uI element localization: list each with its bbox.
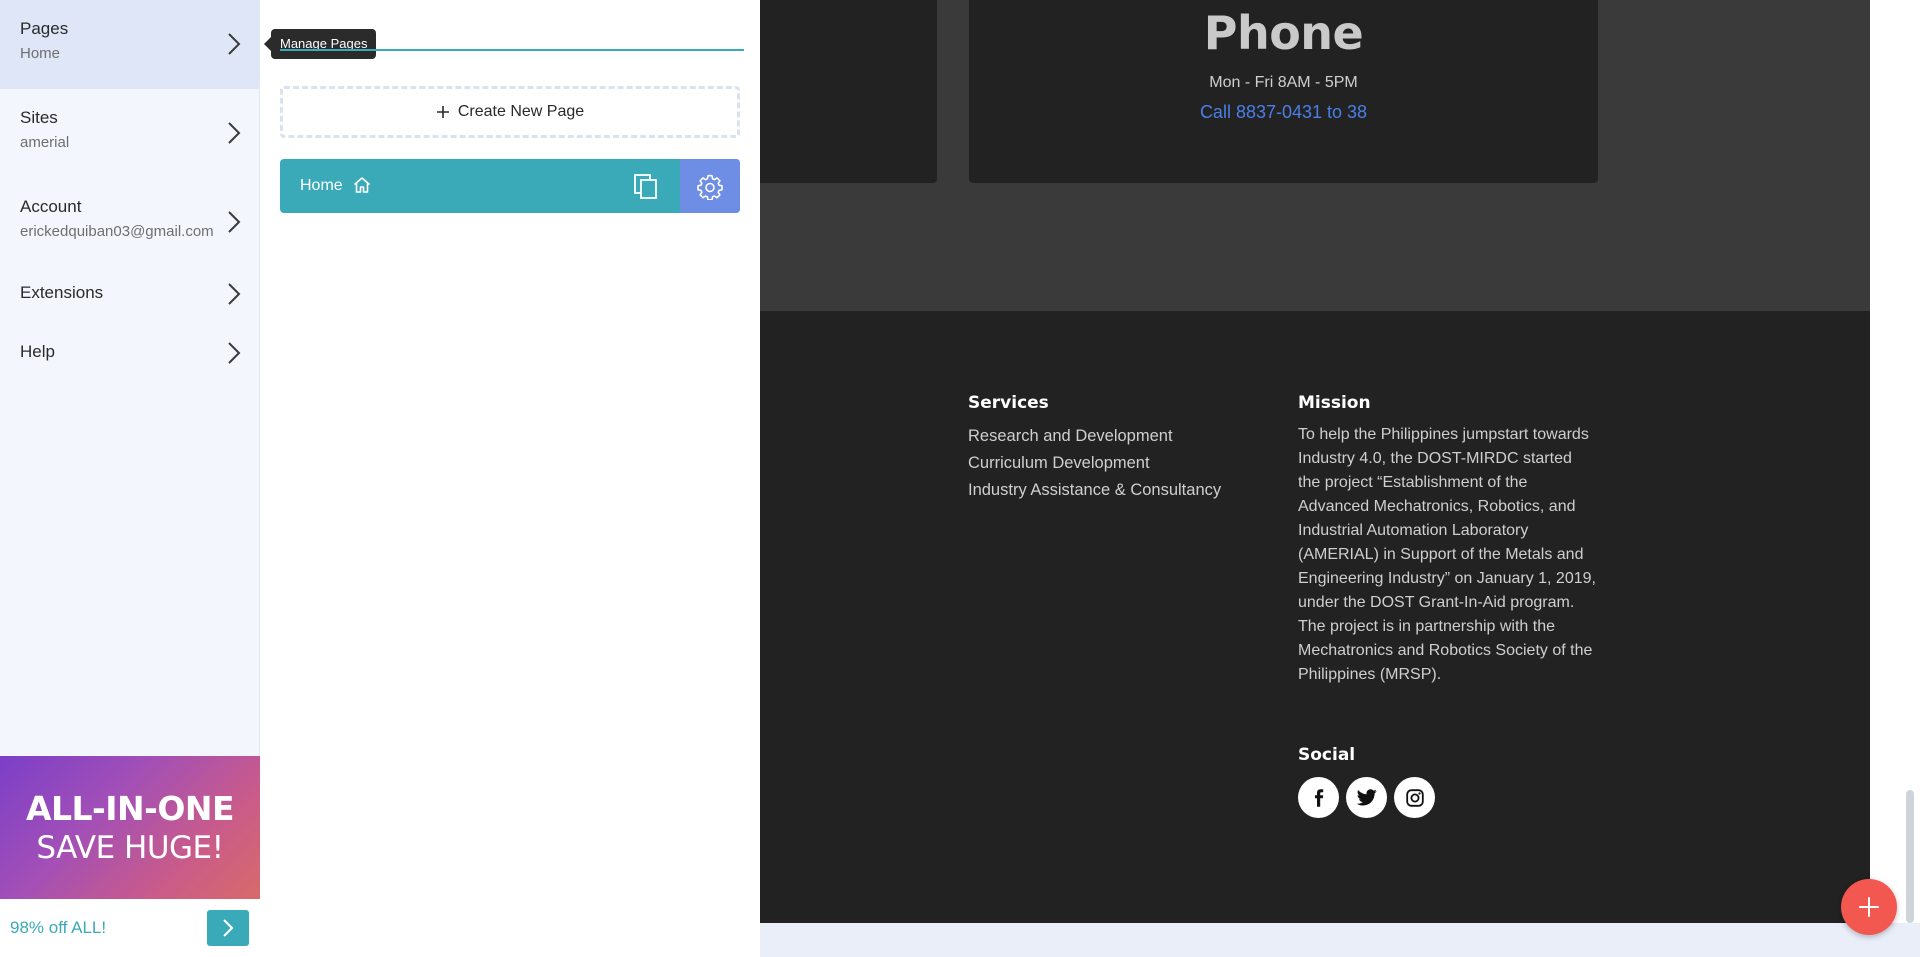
contact-card-phone: Phone Mon - Fri 8AM - 5PM Call 8837-0431… — [969, 0, 1598, 183]
chevron-right-icon — [228, 342, 241, 364]
promo-image[interactable]: ALL-IN-ONE SAVE HUGE! — [0, 756, 260, 899]
promo-go-button[interactable] — [207, 910, 249, 946]
gear-icon — [697, 174, 723, 200]
promo-text: 98% off ALL! — [10, 918, 107, 937]
promo-bar: 98% off ALL! — [0, 899, 260, 957]
mission-heading: Mission — [1298, 393, 1371, 413]
sidebar-item-sub: erickedquiban03@gmail.com — [20, 223, 214, 240]
promo-line-1: ALL-IN-ONE — [25, 789, 235, 828]
panel-divider — [280, 49, 744, 51]
sidebar-item-help[interactable]: Help — [0, 326, 259, 385]
scrollbar-thumb[interactable] — [1906, 790, 1914, 923]
instagram-icon[interactable] — [1394, 777, 1435, 818]
plus-icon — [436, 106, 449, 118]
phone-hours: Mon - Fri 8AM - 5PM — [1209, 74, 1358, 91]
home-icon — [353, 177, 371, 193]
services-link[interactable]: Industry Assistance & Consultancy — [968, 477, 1221, 504]
sidebar-item-account[interactable]: Account erickedquiban03@gmail.com — [0, 178, 259, 267]
sidebar-item-sites[interactable]: Sites amerial — [0, 89, 259, 178]
manage-pages-tooltip: Manage Pages — [263, 29, 377, 59]
sidebar-item-label: Account — [20, 197, 82, 216]
sidebar-item-label: Pages — [20, 19, 69, 38]
page-row-home[interactable]: Home — [280, 159, 740, 213]
duplicate-page-icon[interactable] — [632, 172, 660, 200]
sidebar-item-extensions[interactable]: Extensions — [0, 267, 259, 326]
facebook-icon[interactable] — [1298, 777, 1339, 818]
sidebar-item-sub: Home — [20, 45, 61, 62]
page-settings-button[interactable] — [680, 159, 740, 213]
phone-heading: Phone — [1203, 6, 1364, 60]
pages-panel: Manage Pages Create New Page Home — [260, 0, 760, 957]
scrollbar-track[interactable] — [1870, 0, 1920, 923]
page-name: Home — [300, 177, 343, 194]
add-button[interactable] — [1841, 879, 1897, 935]
promo-banner[interactable]: ALL-IN-ONE SAVE HUGE! 98% off ALL! — [0, 756, 260, 957]
services-link[interactable]: Curriculum Development — [968, 450, 1221, 477]
sidebar-item-label: Sites — [20, 108, 58, 127]
social-section: Social — [1298, 745, 1435, 818]
sidebar-item-sub: amerial — [20, 134, 70, 151]
services-heading: Services — [968, 393, 1049, 413]
sidebar: Pages Home Sites amerial Account ericked… — [0, 0, 260, 957]
chevron-right-icon — [228, 33, 241, 55]
services-link[interactable]: Research and Development — [968, 423, 1221, 450]
create-new-page-button[interactable]: Create New Page — [280, 86, 740, 138]
chevron-right-icon — [228, 283, 241, 305]
plus-icon — [1859, 897, 1879, 917]
site-preview: Phone Mon - Fri 8AM - 5PM Call 8837-0431… — [760, 0, 1870, 923]
mission-text: To help the Philippines jumpstart toward… — [1298, 426, 1596, 683]
services-section: Services Research and Development Curric… — [968, 393, 1221, 504]
site-footer: Services Research and Development Curric… — [760, 311, 1870, 923]
sidebar-item-label: Help — [20, 342, 55, 361]
chevron-right-icon — [223, 919, 234, 937]
phone-call-link[interactable]: Call 8837-0431 to 38 — [1200, 102, 1367, 123]
sidebar-item-label: Extensions — [20, 283, 104, 302]
promo-line-2: SAVE HUGE! — [36, 830, 224, 866]
chevron-right-icon — [228, 211, 241, 233]
mission-section: Mission To help the Philippines jumpstar… — [1298, 393, 1598, 687]
sidebar-item-pages[interactable]: Pages Home — [0, 0, 259, 89]
contact-card-left — [760, 0, 937, 183]
twitter-icon[interactable] — [1346, 777, 1387, 818]
chevron-right-icon — [228, 122, 241, 144]
social-heading: Social — [1298, 745, 1356, 765]
create-new-page-label: Create New Page — [457, 103, 585, 120]
